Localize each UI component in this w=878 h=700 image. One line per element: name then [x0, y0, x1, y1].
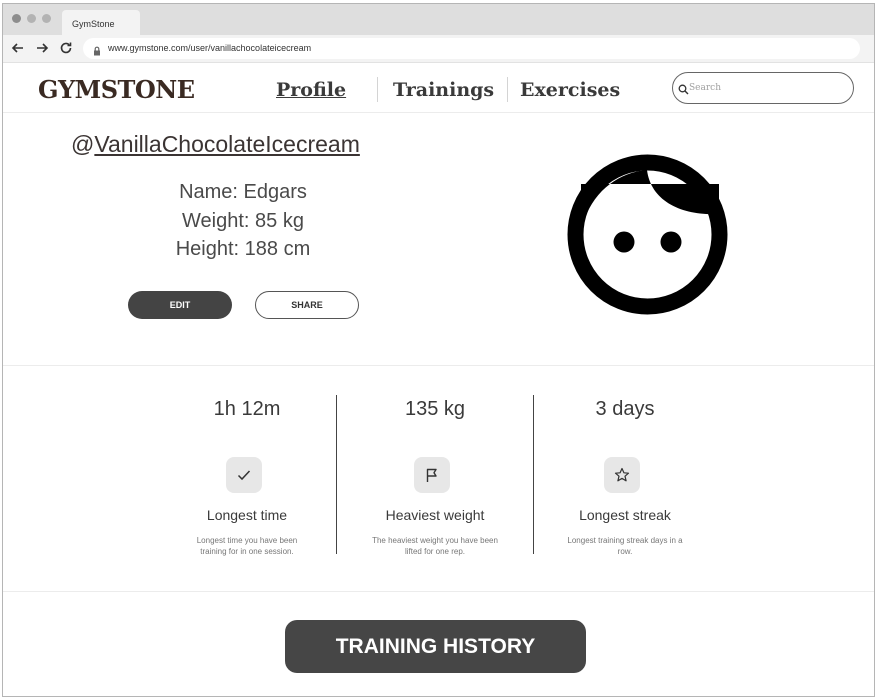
window-minimize-dot[interactable] [27, 14, 36, 23]
check-icon [226, 457, 262, 493]
gymstone-logo[interactable]: GYMSTONE [38, 75, 195, 104]
profile-height: Height: 188 cm [175, 238, 311, 260]
search-icon [678, 82, 689, 95]
nav-divider [507, 77, 508, 102]
stat-value: 3 days [595, 398, 655, 420]
nav-exercises-link[interactable]: Exercises [520, 79, 620, 101]
face-avatar-icon [567, 154, 728, 315]
stat-title: Longest time [206, 507, 288, 523]
stat-value: 135 kg [404, 398, 466, 420]
window-maximize-dot[interactable] [42, 14, 51, 23]
section-divider [3, 591, 874, 592]
search-box[interactable] [672, 72, 854, 104]
stat-description: Longest training streak days in a row. [567, 536, 683, 556]
stat-value: 1h 12m [213, 398, 281, 420]
nav-profile-link[interactable]: Profile [276, 79, 346, 101]
stat-description: The heaviest weight you have been lifted… [372, 536, 498, 556]
stat-title: Longest streak [579, 507, 671, 523]
lock-icon [92, 43, 102, 56]
site-header: GYMSTONE Profile Trainings Exercises [3, 63, 874, 113]
star-icon [604, 457, 640, 493]
share-button[interactable]: SHARE [255, 291, 359, 319]
search-input[interactable] [689, 80, 839, 96]
flag-icon [414, 457, 450, 493]
nav-divider [377, 77, 378, 102]
username-handle[interactable]: VanillaChocolateIcecream [94, 131, 360, 157]
training-history-button[interactable]: TRAINING HISTORY [285, 620, 586, 673]
reload-icon[interactable] [58, 40, 74, 56]
profile-username: @VanillaChocolateIcecream [71, 131, 360, 158]
stat-description: Longest time you have been training for … [196, 536, 298, 556]
browser-navbar: www.gymstone.com/user/vanillachocolateic… [3, 35, 874, 63]
forward-arrow-icon[interactable] [34, 40, 50, 56]
profile-name: Name: Edgars [179, 181, 307, 203]
nav-trainings-link[interactable]: Trainings [393, 79, 494, 101]
profile-weight: Weight: 85 kg [182, 210, 304, 232]
username-at-sign: @ [71, 131, 95, 157]
edit-button[interactable]: EDIT [128, 291, 232, 319]
section-divider [3, 365, 874, 366]
url-text: www.gymstone.com/user/vanillachocolateic… [108, 43, 312, 53]
browser-window: GymStone www.gymstone.com/user/vanillach… [2, 3, 875, 697]
address-bar[interactable]: www.gymstone.com/user/vanillachocolateic… [83, 38, 860, 59]
stat-title: Heaviest weight [385, 507, 485, 523]
browser-tab[interactable]: GymStone [62, 10, 140, 35]
window-close-dot[interactable] [12, 14, 21, 23]
back-arrow-icon[interactable] [10, 40, 26, 56]
browser-titlebar: GymStone [3, 4, 874, 35]
